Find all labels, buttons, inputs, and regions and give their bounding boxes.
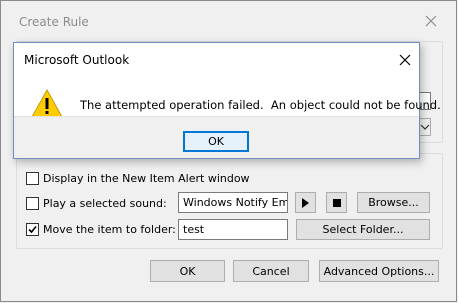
play-icon — [302, 197, 309, 208]
play-sound-option[interactable]: Play a selected sound: — [26, 194, 167, 212]
error-message-text: The attempted operation failed. An objec… — [80, 98, 441, 112]
checkmark-icon — [28, 225, 37, 233]
advanced-options-button[interactable]: Advanced Options... — [319, 260, 439, 282]
move-folder-checkbox[interactable] — [26, 222, 39, 236]
create-rule-title: Create Rule — [19, 15, 89, 29]
create-rule-close-icon[interactable] — [422, 12, 440, 30]
browse-button[interactable]: Browse... — [357, 192, 430, 213]
alert-window-label: Display in the New Item Alert window — [43, 171, 250, 185]
play-sound-button[interactable] — [295, 192, 316, 213]
message-box-title: Microsoft Outlook — [24, 53, 130, 67]
alert-window-option[interactable]: Display in the New Item Alert window — [26, 169, 250, 187]
stop-icon — [332, 198, 341, 207]
folder-name-input[interactable]: test — [178, 219, 288, 240]
move-folder-label: Move the item to folder: — [43, 222, 176, 236]
outlook-message-box: Microsoft Outlook The attempted operatio… — [13, 42, 441, 159]
message-box-ok-button[interactable]: OK — [183, 131, 249, 152]
select-folder-button[interactable]: Select Folder... — [296, 219, 430, 240]
move-folder-option[interactable]: Move the item to folder: — [26, 220, 176, 238]
chevron-down-icon — [420, 124, 430, 130]
obscured-dropdown[interactable] — [419, 118, 431, 136]
sound-file-input[interactable]: Windows Notify Em — [178, 192, 288, 213]
stop-sound-button[interactable] — [326, 192, 347, 213]
play-sound-label: Play a selected sound: — [43, 196, 167, 210]
cancel-button[interactable]: Cancel — [233, 260, 309, 282]
message-box-close-icon[interactable] — [397, 52, 413, 68]
alert-window-checkbox[interactable] — [26, 171, 39, 185]
ok-button[interactable]: OK — [150, 260, 225, 282]
play-sound-checkbox[interactable] — [26, 196, 39, 210]
